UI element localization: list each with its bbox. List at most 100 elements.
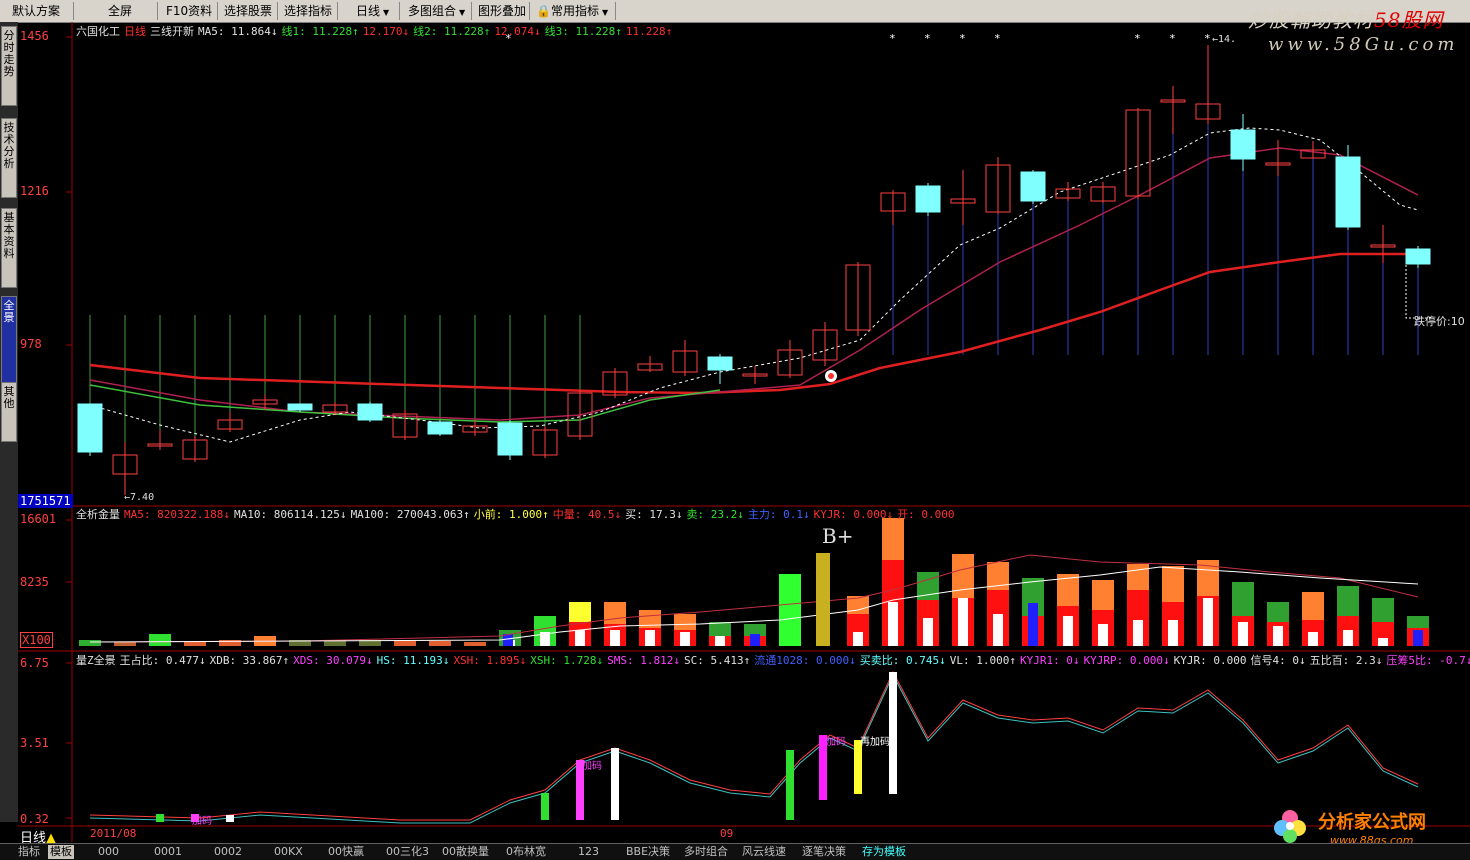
tab-fengyun[interactable]: 风云线速 bbox=[742, 845, 786, 859]
ind-yc: 压筹5比: -0.7↓ bbox=[1386, 654, 1470, 667]
indicator-bar bbox=[541, 793, 549, 820]
ma5-dashed-line bbox=[89, 127, 1419, 443]
volume-bar-white bbox=[575, 630, 585, 646]
volume-bar-white bbox=[1343, 630, 1353, 646]
ind-zzb: 王占比: 0.477↓ bbox=[119, 654, 206, 667]
tab-bbe[interactable]: BBE决策 bbox=[626, 845, 670, 859]
star-icon: * bbox=[1134, 32, 1141, 45]
line3b-value: 11.228↑ bbox=[625, 25, 673, 38]
ma-mid-line bbox=[89, 147, 1419, 421]
volume-bar-white bbox=[993, 614, 1003, 646]
ind-lj: 流通1028: 0.000↓ bbox=[754, 654, 856, 667]
volume-bar-white bbox=[958, 598, 968, 646]
vol-kyjr: KYJR: 0.000↓ bbox=[813, 508, 894, 521]
volume-bar-white bbox=[1308, 632, 1318, 646]
indicator-line-red bbox=[89, 670, 1419, 821]
candle-body bbox=[497, 422, 523, 456]
stock-name: 六国化工 bbox=[76, 25, 120, 38]
y-label: 1456 bbox=[20, 29, 49, 43]
candle-body bbox=[1230, 129, 1256, 160]
ma-long-line bbox=[89, 252, 1418, 395]
ind-kyjr1: KYJR1: 0↓ bbox=[1019, 654, 1080, 667]
star-icon: * bbox=[994, 32, 1001, 45]
bar-label: 加码 bbox=[192, 816, 212, 827]
vol-mid: 中量: 40.5↓ bbox=[552, 508, 622, 521]
volume-bar-white bbox=[1168, 620, 1178, 646]
tab-save-template[interactable]: 存为模板 bbox=[862, 845, 906, 859]
bplus-bar bbox=[816, 553, 830, 646]
volume-bar bbox=[394, 641, 416, 646]
bplus-label: B+ bbox=[822, 524, 854, 548]
limit-down-label: 跌停价:10 bbox=[1414, 315, 1465, 328]
date-label: 09 bbox=[720, 827, 734, 840]
candle-body bbox=[77, 403, 103, 453]
line1b-value: 12.170↓ bbox=[362, 25, 410, 38]
period-label: 日线 bbox=[124, 25, 146, 38]
indicator-bars bbox=[156, 672, 897, 822]
tab-zhubi[interactable]: 逐笔决策 bbox=[802, 845, 846, 859]
ind-kyjr3: KYJR: 0.000 bbox=[1173, 654, 1247, 667]
volume-bar-white bbox=[680, 632, 690, 646]
tab-00sanhua3[interactable]: 00三化3 bbox=[386, 845, 429, 859]
moving-average-lines bbox=[89, 127, 1419, 443]
line2-value: 线2: 11.228↑ bbox=[413, 25, 491, 38]
candle-body bbox=[1335, 156, 1361, 228]
y-label: X100 bbox=[20, 632, 53, 648]
tab-123[interactable]: 123 bbox=[578, 845, 599, 859]
line1-value: 线1: 11.228↑ bbox=[281, 25, 359, 38]
tab-bollinger-width[interactable]: 0布林宽 bbox=[506, 845, 546, 859]
star-icon: * bbox=[1169, 32, 1176, 45]
y-label: 6.75 bbox=[20, 656, 49, 670]
volume-bar bbox=[429, 641, 451, 646]
volume-bar-white bbox=[715, 636, 725, 646]
star-icon: * bbox=[1204, 32, 1211, 45]
vol-ma100: MA100: 270043.063↑ bbox=[350, 508, 470, 521]
volume-bar bbox=[464, 642, 486, 646]
indicator-bar bbox=[786, 750, 794, 820]
ind-signal: 信号4: 0↓ bbox=[1250, 654, 1306, 667]
volume-bar-white bbox=[1063, 616, 1073, 646]
bar-label: 加码 bbox=[582, 761, 602, 772]
volume-bar-white bbox=[610, 630, 620, 646]
limit-down-marker bbox=[1405, 265, 1432, 319]
volume-bar bbox=[114, 642, 136, 646]
tab-indicators[interactable]: 指标 bbox=[18, 845, 40, 859]
star-icon: * bbox=[959, 32, 966, 45]
tab-templates[interactable]: 模板 bbox=[48, 845, 74, 859]
volume-bar-white bbox=[1238, 622, 1248, 646]
ind-xds: XDS: 30.079↓ bbox=[293, 654, 373, 667]
tab-0002[interactable]: 0002 bbox=[214, 845, 242, 859]
volume-bar-white bbox=[1133, 620, 1143, 646]
tab-00kuaiying[interactable]: 00快赢 bbox=[328, 845, 364, 859]
y-label: 978 bbox=[20, 337, 42, 351]
indicator-header: 量Z全景 王占比: 0.477↓ XDB: 33.867↑ XDS: 30.079↓ H… bbox=[76, 652, 1470, 668]
high-price-label: ←14. bbox=[1212, 34, 1237, 45]
tab-00sanhuanliang[interactable]: 00散换量 bbox=[442, 845, 489, 859]
vol-buy: 买: 17.3↓ bbox=[625, 508, 683, 521]
volume-bar bbox=[79, 640, 101, 646]
candle-body bbox=[427, 421, 453, 435]
tab-multi-period[interactable]: 多时组合 bbox=[684, 845, 728, 859]
ind-title: 量Z全景 bbox=[76, 654, 116, 667]
ind-xdb: XDB: 33.867↑ bbox=[209, 654, 290, 667]
indicator-bar bbox=[611, 748, 619, 820]
volume-bar-blue bbox=[750, 634, 760, 646]
tab-000[interactable]: 000 bbox=[98, 845, 119, 859]
volume-bar-blue bbox=[1028, 603, 1038, 646]
ind-sc: SC: 5.413↑ bbox=[684, 654, 751, 667]
tab-00kx[interactable]: 00KX bbox=[274, 845, 303, 859]
y-label: 16601 bbox=[20, 512, 57, 526]
line2b-value: 12.074↓ bbox=[494, 25, 541, 38]
star-icon: * bbox=[924, 32, 931, 45]
volume-bar-blue bbox=[503, 634, 513, 646]
bottom-tab-bar: 指标 模板 000 0001 0002 00KX 00快赢 00三化3 00散换… bbox=[0, 843, 1470, 860]
volume-bar-white bbox=[1203, 598, 1213, 646]
volume-bar-white bbox=[888, 602, 898, 646]
line3-value: 线3: 11.228↑ bbox=[544, 25, 622, 38]
vol-small: 小前: 1.000↑ bbox=[473, 508, 549, 521]
bottom-logo-text: 分析家公式网 bbox=[1318, 812, 1426, 833]
candle-body bbox=[357, 403, 383, 421]
volume-bar-white bbox=[645, 630, 655, 646]
tab-0001[interactable]: 0001 bbox=[154, 845, 182, 859]
vol-title: 全析金量 bbox=[76, 508, 120, 521]
